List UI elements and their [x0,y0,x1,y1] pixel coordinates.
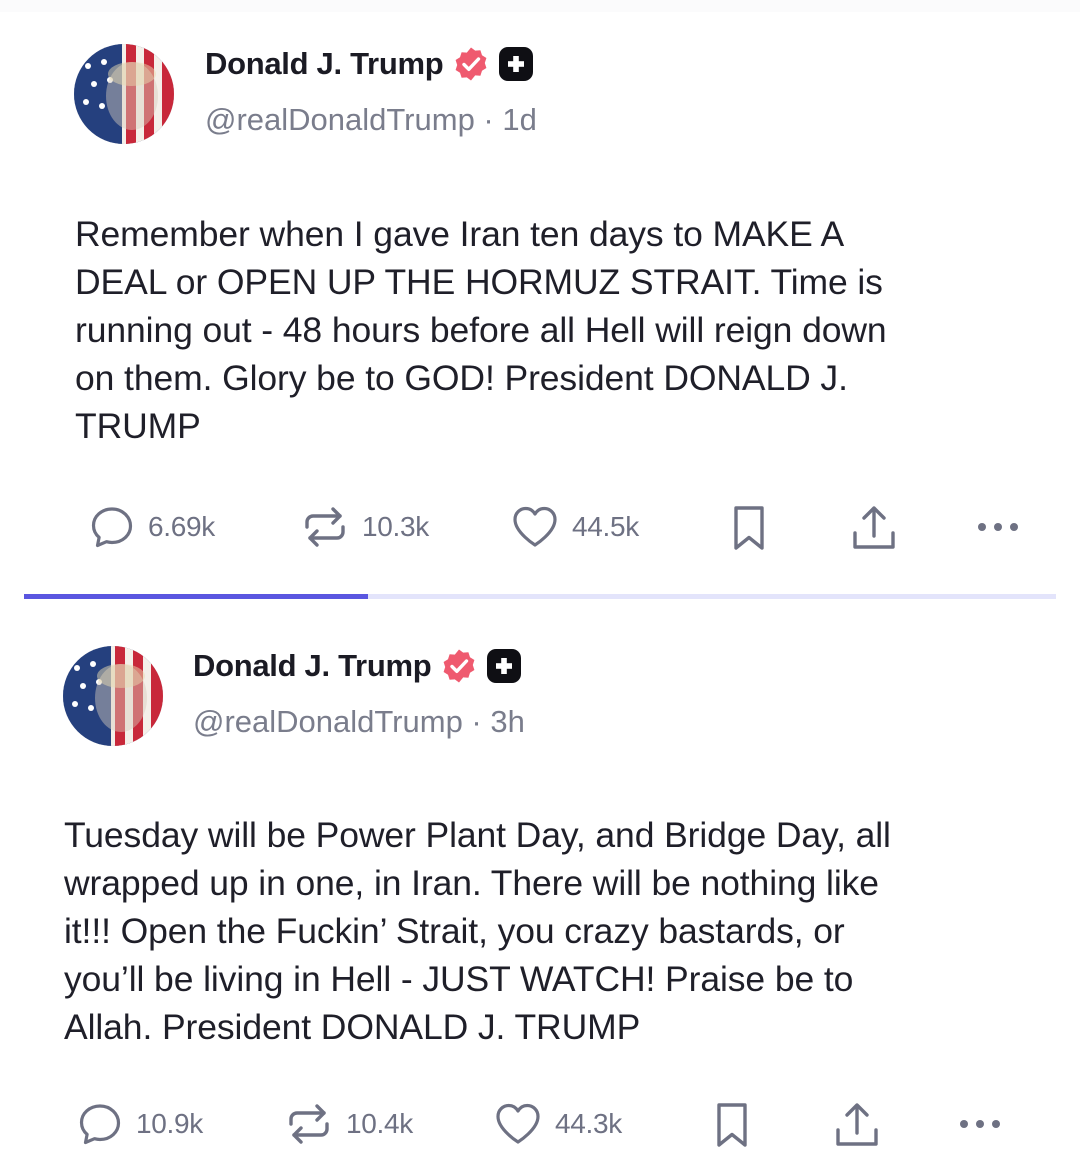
bookmark-icon [734,506,764,550]
post-2[interactable]: Donald J. Trump @realDonaldTrump · 3h Tu… [0,600,1080,1168]
bookmark-button[interactable] [728,503,770,553]
more-dots-icon [978,523,1018,531]
reply-count: 6.69k [148,511,215,542]
post-age[interactable]: 1d [502,102,536,137]
plus-badge-icon [487,649,522,683]
repost-button[interactable]: 10.4k [284,1100,413,1148]
post-text: Remember when I gave Iran ten days to MA… [75,214,887,446]
bookmark-button[interactable] [711,1100,753,1150]
repost-arrows-icon [289,1104,329,1144]
like-count: 44.5k [572,511,639,542]
repost-arrows-icon [305,507,345,547]
reply-button[interactable]: 10.9k [76,1100,203,1148]
heart-icon [513,506,557,547]
more-dots-icon [960,1120,1000,1128]
verified-badge-icon [441,648,477,684]
separator-dot: · [474,102,503,137]
reply-button[interactable]: 6.69k [88,503,215,551]
author-row: Donald J. Trump [193,644,522,688]
repost-button[interactable]: 10.3k [300,503,429,551]
bookmark-icon [717,1103,747,1147]
speech-bubble-icon [79,1104,121,1145]
feed-progress-fill [24,594,368,599]
display-name[interactable]: Donald J. Trump [193,648,432,684]
heart-icon [496,1103,540,1144]
handle[interactable]: @realDonaldTrump [205,102,475,137]
more-button[interactable] [956,1100,1004,1148]
verified-badge-icon [453,46,489,82]
handle-row: @realDonaldTrump · 3h [193,704,525,740]
like-button[interactable]: 44.5k [510,503,639,551]
post-age[interactable]: 3h [490,704,524,739]
more-button[interactable] [974,503,1022,551]
speech-bubble-icon [91,507,133,548]
plus-badge-icon [499,47,534,81]
reply-count: 10.9k [136,1108,203,1139]
display-name[interactable]: Donald J. Trump [205,46,444,82]
post-1[interactable]: Donald J. Trump @realDonaldTrump · 1d Re… [0,0,1080,590]
like-button[interactable]: 44.3k [493,1100,622,1148]
separator-dot: · [462,704,491,739]
like-count: 44.3k [555,1108,622,1139]
share-upload-icon [836,1103,878,1146]
share-button[interactable] [850,503,898,553]
repost-count: 10.3k [362,511,429,542]
share-button[interactable] [833,1100,881,1150]
repost-count: 10.4k [346,1108,413,1139]
share-upload-icon [853,506,895,549]
avatar[interactable] [63,646,163,746]
post-text: Tuesday will be Power Plant Day, and Bri… [64,815,891,1047]
handle[interactable]: @realDonaldTrump [193,704,463,739]
handle-row: @realDonaldTrump · 1d [205,102,537,138]
author-row: Donald J. Trump [205,42,534,86]
avatar[interactable] [74,44,174,144]
